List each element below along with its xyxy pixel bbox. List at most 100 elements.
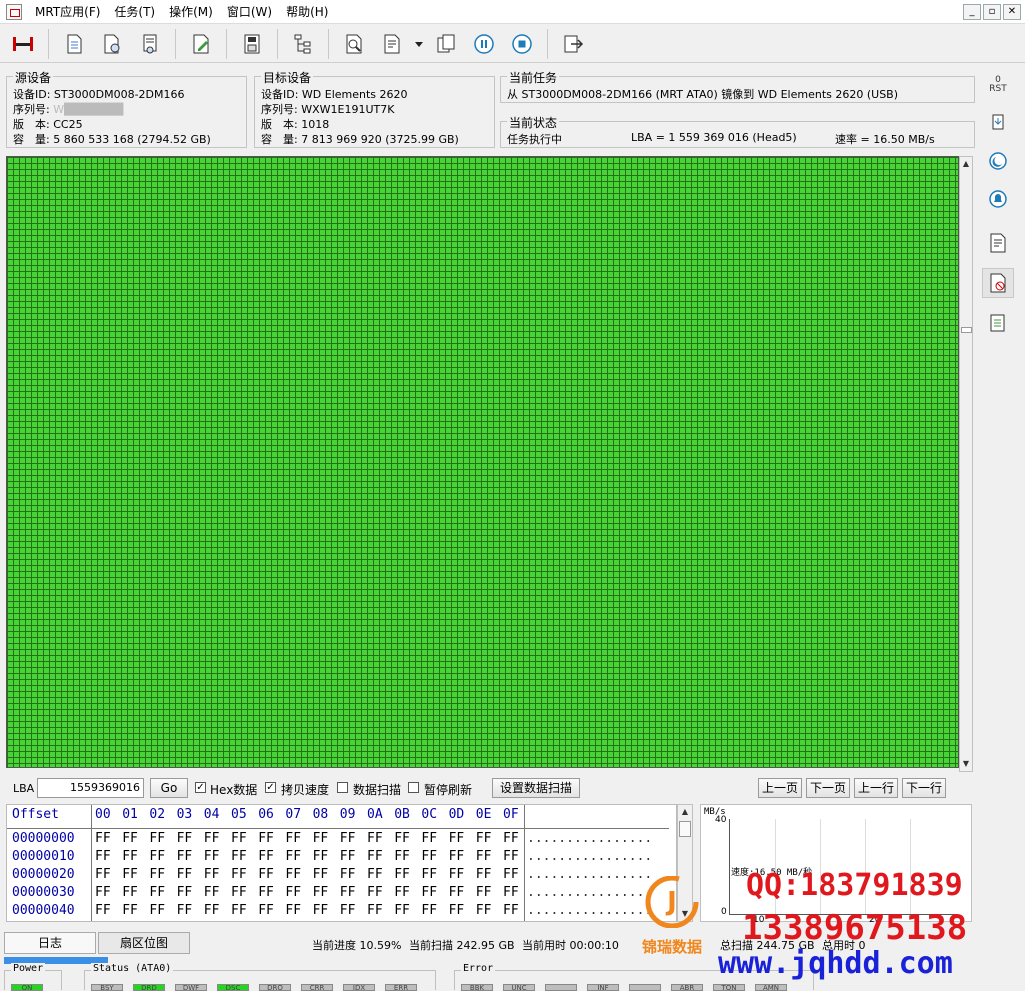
hex-byte[interactable]: FF	[231, 867, 253, 882]
hex-byte[interactable]: FF	[313, 849, 335, 864]
menu-help[interactable]: 帮助(H)	[279, 3, 335, 20]
alert-button[interactable]	[982, 184, 1014, 214]
hex-byte[interactable]: FF	[95, 849, 117, 864]
hex-byte[interactable]: FF	[367, 831, 389, 846]
hex-byte[interactable]: FF	[421, 867, 443, 882]
hex-byte[interactable]: FF	[394, 849, 416, 864]
hex-byte[interactable]: FF	[177, 867, 199, 882]
pause-refresh-checkbox[interactable]	[408, 782, 419, 793]
hex-byte[interactable]: FF	[367, 867, 389, 882]
disk-map-button[interactable]	[982, 268, 1014, 298]
close-button[interactable]: ✕	[1003, 4, 1021, 20]
hex-byte[interactable]: FF	[258, 849, 280, 864]
sector-map-grid[interactable]	[6, 156, 959, 768]
scroll-down-arrow[interactable]: ▼	[960, 757, 972, 771]
menu-task[interactable]: 任务(T)	[107, 3, 162, 20]
hex-byte[interactable]: FF	[285, 885, 307, 900]
hex-byte[interactable]: FF	[177, 849, 199, 864]
hex-byte[interactable]: FF	[449, 831, 471, 846]
next-page-button[interactable]: 下一页	[806, 778, 850, 798]
menu-operation[interactable]: 操作(M)	[162, 3, 220, 20]
menu-window[interactable]: 窗口(W)	[220, 3, 279, 20]
hex-scroll-thumb[interactable]	[679, 821, 691, 837]
scan-menu-button[interactable]	[377, 29, 407, 59]
hex-byte[interactable]: FF	[122, 831, 144, 846]
exit-button[interactable]	[558, 29, 588, 59]
hex-byte[interactable]: FF	[122, 885, 144, 900]
hex-byte[interactable]: FF	[421, 849, 443, 864]
hex-byte[interactable]: FF	[95, 903, 117, 918]
go-button[interactable]: Go	[150, 778, 188, 798]
hex-byte[interactable]: FF	[204, 867, 226, 882]
hex-byte[interactable]: FF	[149, 885, 171, 900]
power-cycle-button[interactable]	[982, 108, 1014, 138]
hex-byte[interactable]: FF	[340, 831, 362, 846]
sector-map-scrollbar[interactable]: ▲ ▼	[959, 156, 973, 772]
hex-byte[interactable]: FF	[476, 849, 498, 864]
hex-byte[interactable]: FF	[503, 885, 525, 900]
hex-byte[interactable]: FF	[258, 831, 280, 846]
dropdown-arrow-button[interactable]	[413, 29, 425, 59]
hex-byte[interactable]: FF	[258, 867, 280, 882]
hex-byte[interactable]: FF	[231, 885, 253, 900]
hex-byte[interactable]: FF	[204, 831, 226, 846]
set-data-scan-button[interactable]: 设置数据扫描	[492, 778, 580, 798]
hex-scroll-up-arrow[interactable]: ▲	[678, 805, 692, 819]
hex-byte[interactable]: FF	[421, 885, 443, 900]
hex-byte[interactable]: FF	[313, 831, 335, 846]
hex-byte[interactable]: FF	[367, 849, 389, 864]
hex-byte[interactable]: FF	[231, 849, 253, 864]
copy-button[interactable]	[431, 29, 461, 59]
hex-byte[interactable]: FF	[122, 849, 144, 864]
edit-button[interactable]	[186, 29, 216, 59]
hex-byte[interactable]: FF	[177, 885, 199, 900]
hex-byte[interactable]: FF	[313, 885, 335, 900]
hex-byte[interactable]: FF	[95, 831, 117, 846]
tab-log[interactable]: 日志	[4, 932, 96, 954]
minimize-button[interactable]: _	[963, 4, 981, 20]
next-row-button[interactable]: 下一行	[902, 778, 946, 798]
hex-byte[interactable]: FF	[394, 885, 416, 900]
hex-view[interactable]: Offset 00 01 02 03 04 05 06 07 08 09 0A 0B 0C 0D 0E 0F …	[6, 804, 677, 922]
hex-byte[interactable]: FF	[340, 885, 362, 900]
hex-byte[interactable]: FF	[177, 831, 199, 846]
pause-button[interactable]	[469, 29, 499, 59]
search-document-button[interactable]	[339, 29, 369, 59]
hex-byte[interactable]: FF	[394, 867, 416, 882]
reset-button[interactable]: 0 RST	[982, 70, 1014, 100]
document-settings-button[interactable]	[97, 29, 127, 59]
hex-byte[interactable]: FF	[231, 831, 253, 846]
hex-byte[interactable]: FF	[421, 831, 443, 846]
hex-byte[interactable]: FF	[285, 849, 307, 864]
copy-speed-checkbox[interactable]: ✓	[265, 782, 276, 793]
hex-byte[interactable]: FF	[367, 903, 389, 918]
hex-byte[interactable]: FF	[503, 867, 525, 882]
hex-byte[interactable]: FF	[394, 903, 416, 918]
prev-page-button[interactable]: 上一页	[758, 778, 802, 798]
hex-byte[interactable]: FF	[449, 903, 471, 918]
hex-byte[interactable]: FF	[476, 831, 498, 846]
hex-byte[interactable]: FF	[503, 849, 525, 864]
stop-button[interactable]	[507, 29, 537, 59]
hex-byte[interactable]: FF	[394, 831, 416, 846]
tree-button[interactable]	[288, 29, 318, 59]
hex-data-checkbox[interactable]: ✓	[195, 782, 206, 793]
hex-byte[interactable]: FF	[340, 903, 362, 918]
hex-byte[interactable]: FF	[149, 831, 171, 846]
scroll-up-arrow[interactable]: ▲	[960, 157, 972, 171]
hex-byte[interactable]: FF	[95, 867, 117, 882]
hex-byte[interactable]: FF	[258, 885, 280, 900]
disk-view-button[interactable]	[135, 29, 165, 59]
hex-byte[interactable]: FF	[476, 903, 498, 918]
hex-byte[interactable]: FF	[313, 903, 335, 918]
hex-byte[interactable]: FF	[177, 903, 199, 918]
connect-drive-button[interactable]	[8, 29, 38, 59]
restore-button[interactable]: ▫	[983, 4, 1001, 20]
hex-byte[interactable]: FF	[149, 867, 171, 882]
hex-byte[interactable]: FF	[340, 849, 362, 864]
document-button[interactable]	[59, 29, 89, 59]
hex-byte[interactable]: FF	[231, 903, 253, 918]
prev-row-button[interactable]: 上一行	[854, 778, 898, 798]
sleep-button[interactable]	[982, 146, 1014, 176]
hex-byte[interactable]: FF	[95, 885, 117, 900]
